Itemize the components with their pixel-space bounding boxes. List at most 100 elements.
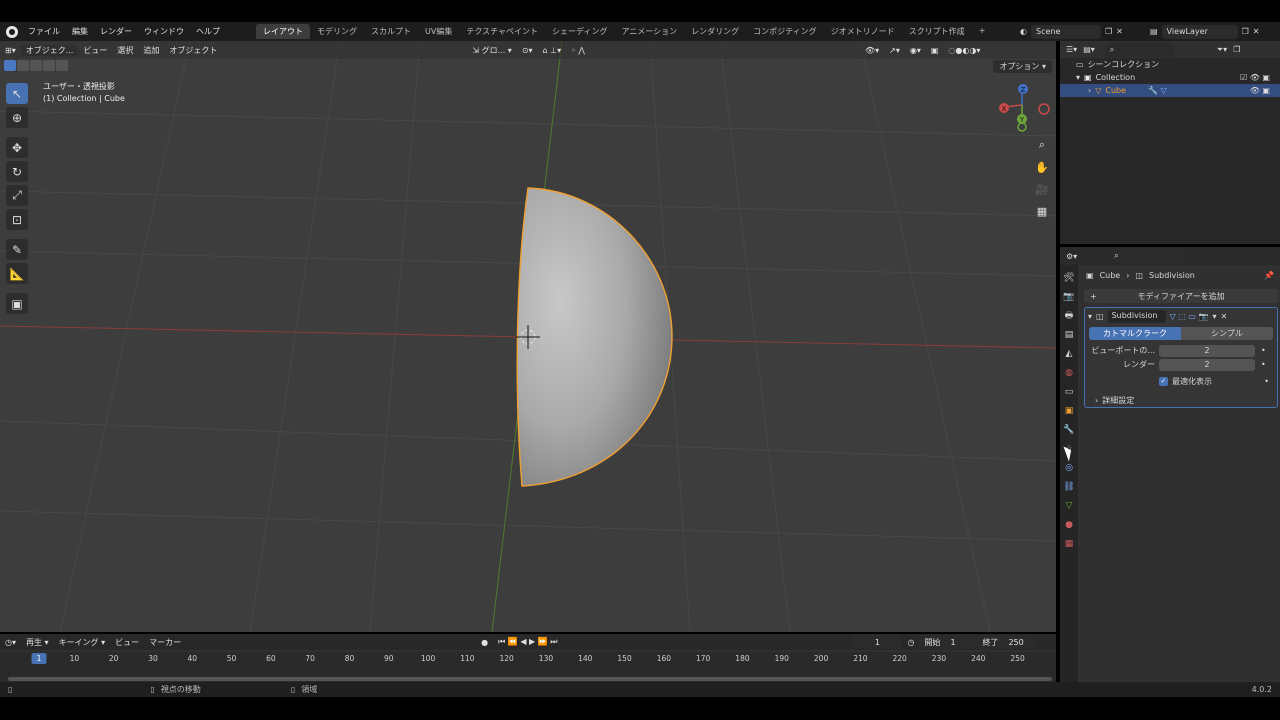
blender-logo-icon[interactable] [6,25,18,38]
world-tab-icon[interactable]: ◍ [1062,366,1076,379]
cube-row[interactable]: › ▽ Cube 🔧 ▽ 👁 ▣ [1060,84,1280,97]
transform-orientation-dropdown[interactable]: ⇲ グロ... ▾ [467,45,516,56]
pivot-icon[interactable]: ⊙▾ [517,46,538,55]
object-mode-dropdown[interactable]: オブジェク... [20,44,79,56]
collapse-arrow-icon[interactable]: ▾ [1088,312,1092,321]
add-workspace-button[interactable]: + [972,24,993,39]
3d-viewport[interactable]: Z X Y ⊞▾ オブジェク... ビュー 選択 追加 オブジェクト ⇲ グロ.… [0,41,1056,632]
close-icon[interactable]: ✕ [1220,312,1227,321]
rotate-tool-icon[interactable]: ↻ [6,161,28,182]
scene-name[interactable]: Scene [1030,24,1101,39]
cube-visibility-icons[interactable]: 👁 ▣ [1250,86,1270,95]
menu-window[interactable]: ウィンドウ [138,26,190,37]
overlay-toggle-icon[interactable]: ◉▾ [905,46,926,55]
shading-modes-icon[interactable]: ◌●◐◑▾ [943,46,985,55]
cursor-tool-icon[interactable]: ⊕ [6,107,28,128]
new-scene-icon[interactable]: ❐ [1105,27,1112,36]
menu-timeline-view[interactable]: ビュー [110,637,144,648]
axis-gizmo[interactable]: Z X Y [999,84,1050,132]
pan-hand-icon[interactable]: ✋ [1033,158,1051,176]
view-layer-tab-icon[interactable]: ▤ [1062,328,1076,341]
scale-tool-icon[interactable]: ⤢ [6,185,28,206]
optimal-display-checkbox[interactable]: ✓ [1159,377,1168,386]
keyframe-dot-icon[interactable]: • [1264,377,1269,386]
camera-view-icon[interactable]: 🎥 [1033,180,1051,198]
menu-keying[interactable]: キーイング ▾ [54,637,111,648]
properties-editor-icon[interactable]: ⚙▾ [1066,252,1077,261]
tab-rendering[interactable]: レンダリング [684,24,746,39]
menu-help[interactable]: ヘルプ [190,26,226,37]
viewport-canvas[interactable]: Z X Y [0,41,1056,632]
current-frame-field[interactable]: 1 [852,635,903,649]
material-tab-icon[interactable]: ● [1062,518,1076,531]
keyframe-dot-icon[interactable]: • [1261,360,1266,369]
tab-layout[interactable]: レイアウト [256,24,310,39]
viewlayer-name[interactable]: ViewLayer [1161,24,1238,39]
move-tool-icon[interactable]: ✥ [6,137,28,158]
tab-texture-paint[interactable]: テクスチャペイント [459,24,545,39]
modifier-name-field[interactable]: Subdivision [1107,310,1166,323]
start-frame-field[interactable]: 開始 1 [919,635,978,649]
modifier-menu-icon[interactable]: ▾ [1212,312,1216,321]
select-intersect-icon[interactable] [56,60,68,71]
select-invert-icon[interactable] [43,60,55,71]
tab-modeling[interactable]: モデリング [310,24,364,39]
modifier-wrench-icon[interactable]: 🔧 ▽ [1148,86,1167,95]
advanced-subpanel[interactable]: › 詳細設定 [1085,394,1277,407]
transform-tool-icon[interactable]: ⊡ [6,209,28,230]
modifier-toggle-icons[interactable]: ▽ ⬚ ▭ 📷 [1170,312,1209,321]
levels-viewport-field[interactable]: 2 [1159,344,1255,357]
snap-icon[interactable]: ⌂ ⊥▾ [538,46,567,55]
proportional-edit-icon[interactable]: ◦ ⋀ [566,46,590,55]
collection-visibility-icons[interactable]: ☑ 👁 ▣ [1240,73,1270,82]
end-frame-field[interactable]: 終了 250 [977,635,1036,649]
modifier-tab-icon[interactable]: 🔧 [1062,423,1076,436]
visibility-icon[interactable]: 👁▾ [860,46,884,55]
xray-icon[interactable]: ▣ [926,46,944,55]
half-sphere-mesh[interactable] [516,187,673,487]
playback-controls-icon[interactable]: ⏮ ⏪ ◀ ▶ ⏩ ⏭ [493,637,562,647]
render-tab-icon[interactable]: 📷 [1062,290,1076,303]
delete-scene-icon[interactable]: ✕ [1116,27,1123,36]
new-viewlayer-icon[interactable]: ❐ [1242,27,1249,36]
object-tab-icon[interactable]: ▣ [1062,404,1076,417]
physics-tab-icon[interactable]: ◎ [1062,461,1076,474]
annotate-tool-icon[interactable]: ✎ [6,239,28,260]
constraints-tab-icon[interactable]: ⛓ [1062,480,1076,493]
properties-search-field[interactable]: ⌕ [1109,249,1190,263]
gizmo-toggle-icon[interactable]: ↗▾ [884,46,905,55]
tab-shading[interactable]: シェーディング [545,24,614,39]
output-tab-icon[interactable]: 🖶 [1062,309,1076,322]
outliner-search-field[interactable]: ⌕ [1104,42,1175,57]
display-mode-icon[interactable]: ▤▾ [1083,45,1095,54]
data-tab-icon[interactable]: ▽ [1062,499,1076,512]
select-new-icon[interactable] [4,60,16,71]
tab-animation[interactable]: アニメーション [614,24,684,39]
scene-tab-icon[interactable]: ◭ [1062,347,1076,360]
options-dropdown[interactable]: オプション ▾ [993,60,1052,73]
menu-view[interactable]: ビュー [78,45,112,56]
select-subtract-icon[interactable] [30,60,42,71]
add-modifier-button[interactable]: + モディファイアーを追加 [1084,289,1278,303]
editor-type-icon[interactable]: ⊞▾ [0,46,21,55]
tab-sculpt[interactable]: スカルプト [364,24,418,39]
tab-compositing[interactable]: コンポジティング [746,24,824,39]
select-extend-icon[interactable] [17,60,29,71]
scene-selector[interactable]: ◐ Scene ❐ ✕ [1020,24,1140,39]
add-cube-tool-icon[interactable]: ▣ [6,293,28,314]
tab-uv-editing[interactable]: UV編集 [418,24,459,39]
menu-object[interactable]: オブジェクト [164,45,222,56]
tool-tab-icon[interactable]: 🛠 [1062,271,1076,284]
zoom-icon[interactable]: ⌕ [1033,136,1051,154]
select-box-tool-icon[interactable]: ↖ [6,83,28,104]
delete-viewlayer-icon[interactable]: ✕ [1253,27,1260,36]
measure-tool-icon[interactable]: 📐 [6,263,28,284]
expand-arrow-icon[interactable]: ▾ [1076,73,1080,82]
catmull-clark-button[interactable]: カトマルクラーク [1089,327,1181,340]
menu-render[interactable]: レンダー [94,26,138,37]
tab-geometry-nodes[interactable]: ジオメトリノード [824,24,902,39]
pin-icon[interactable]: 📌 [1264,271,1274,280]
viewlayer-selector[interactable]: ▤ ViewLayer ❐ ✕ [1150,24,1275,39]
filter-icon[interactable]: ⏷▾ [1217,45,1227,55]
timeline-editor-icon[interactable]: ◷▾ [0,638,21,647]
